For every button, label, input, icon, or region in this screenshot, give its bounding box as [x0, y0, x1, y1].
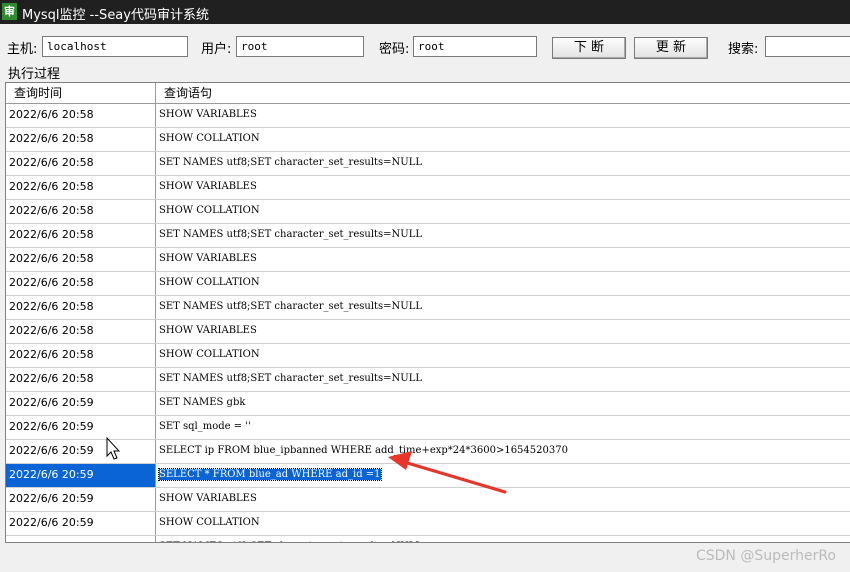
cell-query-text: SELECT * FROM blue_ad WHERE ad_id =1 — [158, 468, 382, 481]
table-row[interactable]: 2022/6/6 20:58 SHOW VARIABLES — [6, 104, 850, 128]
cell-query: SHOW VARIABLES — [156, 488, 850, 511]
column-header-time[interactable]: 查询时间 — [6, 83, 156, 103]
query-log-table[interactable]: 查询时间 查询语句 2022/6/6 20:58 SHOW VARIABLES 20… — [5, 82, 850, 543]
cell-time: 2022/6/6 20:58 — [6, 272, 156, 295]
execution-group-label: 执行过程 — [8, 67, 61, 82]
cell-query: SHOW COLLATION — [156, 272, 850, 295]
table-row[interactable]: 2022/6/6 20:58 SHOW COLLATION — [6, 128, 850, 152]
stop-button[interactable]: 下 断 — [552, 37, 626, 59]
cell-time: 2022/6/6 20:59 — [6, 464, 156, 487]
cell-time: 2022/6/6 20:58 — [6, 176, 156, 199]
table-row[interactable]: 2022/6/6 20:59 SHOW VARIABLES — [6, 488, 850, 512]
cell-time: 2022/6/6 20:59 — [6, 488, 156, 511]
search-input[interactable] — [765, 36, 850, 57]
watermark: CSDN @SuperherRo — [695, 548, 836, 564]
cell-query: SET NAMES gbk — [156, 392, 850, 415]
cell-query: SHOW VARIABLES — [156, 104, 850, 127]
cell-query-text: SHOW COLLATION — [159, 133, 260, 144]
column-header-query[interactable]: 查询语句 — [156, 83, 850, 103]
cell-query-text: SHOW COLLATION — [159, 277, 260, 288]
cell-query-text: SET NAMES utf8;SET character_set_results… — [159, 373, 423, 384]
cell-query-text: SHOW COLLATION — [159, 349, 260, 360]
cell-time: 2022/6/6 20:58 — [6, 368, 156, 391]
table-row[interactable]: 2022/6/6 20:58 SET NAMES utf8;SET charact… — [6, 224, 850, 248]
table-row[interactable]: 2022/6/6 20:58 SHOW VARIABLES — [6, 248, 850, 272]
title-bar: 审 Mysql监控 --Seay代码审计系统 — [0, 0, 850, 24]
cell-query: SET NAMES utf8;SET character_set_results… — [156, 536, 850, 542]
table-header: 查询时间 查询语句 — [6, 83, 850, 104]
cell-query: SET NAMES utf8;SET character_set_results… — [156, 152, 850, 175]
table-row[interactable]: 2022/6/6 20:58 SHOW VARIABLES — [6, 176, 850, 200]
table-row[interactable]: 2022/6/6 20:58 SHOW VARIABLES — [6, 320, 850, 344]
cell-time: 2022/6/6 20:58 — [6, 152, 156, 175]
host-input[interactable]: localhost — [42, 36, 188, 57]
user-input[interactable]: root — [236, 36, 364, 57]
cell-query-text: SET sql_mode = '' — [159, 421, 251, 432]
user-label: 用户: — [201, 42, 232, 57]
table-row[interactable]: 2022/6/6 20:59 SELECT ip FROM blue_ipbann… — [6, 440, 850, 464]
cell-query: SHOW COLLATION — [156, 512, 850, 535]
table-row[interactable]: 2022/6/6 20:58 SHOW COLLATION — [6, 344, 850, 368]
cell-query-text: SHOW VARIABLES — [159, 253, 257, 264]
cell-query-text: SHOW VARIABLES — [159, 109, 257, 120]
cell-query-text: SET NAMES utf8;SET character_set_results… — [159, 541, 422, 542]
cell-query-text: SET NAMES utf8;SET character_set_results… — [159, 301, 423, 312]
table-row[interactable]: 2022/6/6 20:58 SET NAMES utf8;SET charact… — [6, 368, 850, 392]
cell-time: 2022/6/6 20:59 — [6, 392, 156, 415]
cell-query-text: SET NAMES gbk — [159, 397, 246, 408]
table-row[interactable]: 2022/6/6 20:58 SET NAMES utf8;SET charact… — [6, 296, 850, 320]
cell-query: SET sql_mode = '' — [156, 416, 850, 439]
table-row[interactable]: 2022/6/6 20:59 SET sql_mode = '' — [6, 416, 850, 440]
host-label: 主机: — [7, 42, 38, 57]
cell-query: SHOW COLLATION — [156, 200, 850, 223]
cell-query: SHOW VARIABLES — [156, 320, 850, 343]
table-row[interactable]: 2022/6/6 20:59SET NAMES utf8;SET charact… — [6, 536, 850, 542]
cell-query-text: SHOW COLLATION — [159, 205, 260, 216]
app-icon: 审 — [2, 3, 17, 20]
cell-query: SELECT ip FROM blue_ipbanned WHERE add_t… — [156, 440, 850, 463]
cell-query-text: SHOW COLLATION — [159, 517, 260, 528]
cell-time: 2022/6/6 20:58 — [6, 320, 156, 343]
cell-query: SHOW COLLATION — [156, 128, 850, 151]
window-title: Mysql监控 --Seay代码审计系统 — [22, 8, 209, 23]
table-row-selected[interactable]: 2022/6/6 20:59 SELECT * FROM blue_ad WHER… — [6, 464, 850, 488]
table-row[interactable]: 2022/6/6 20:58 SHOW COLLATION — [6, 272, 850, 296]
connection-toolbar: 主机: localhost 用户: root 密码: root 下 断 更 新 … — [0, 24, 850, 62]
cell-query: SET NAMES utf8;SET character_set_results… — [156, 224, 850, 247]
password-input[interactable]: root — [413, 36, 537, 57]
cell-query-text: SHOW VARIABLES — [159, 181, 257, 192]
password-label: 密码: — [379, 42, 410, 57]
refresh-button[interactable]: 更 新 — [634, 37, 708, 59]
table-row[interactable]: 2022/6/6 20:58 SHOW COLLATION — [6, 200, 850, 224]
cell-time: 2022/6/6 20:59 — [6, 536, 156, 542]
search-label: 搜索: — [728, 42, 759, 57]
cell-time: 2022/6/6 20:58 — [6, 128, 156, 151]
cell-time: 2022/6/6 20:58 — [6, 224, 156, 247]
table-row[interactable]: 2022/6/6 20:59 SHOW COLLATION — [6, 512, 850, 536]
cell-query: SHOW VARIABLES — [156, 248, 850, 271]
cell-time: 2022/6/6 20:58 — [6, 248, 156, 271]
cell-time: 2022/6/6 20:59 — [6, 440, 156, 463]
cell-time: 2022/6/6 20:58 — [6, 344, 156, 367]
cell-query-text: SET NAMES utf8;SET character_set_results… — [159, 229, 423, 240]
cell-time: 2022/6/6 20:58 — [6, 104, 156, 127]
cell-query: SHOW COLLATION — [156, 344, 850, 367]
table-row[interactable]: 2022/6/6 20:59 SET NAMES gbk — [6, 392, 850, 416]
cell-time: 2022/6/6 20:58 — [6, 296, 156, 319]
table-body: 2022/6/6 20:58 SHOW VARIABLES 2022/6/6 20:… — [6, 104, 850, 542]
cell-time: 2022/6/6 20:59 — [6, 416, 156, 439]
cell-time: 2022/6/6 20:59 — [6, 512, 156, 535]
cell-query-text: SELECT ip FROM blue_ipbanned WHERE add_t… — [159, 445, 568, 456]
cell-time: 2022/6/6 20:58 — [6, 200, 156, 223]
cell-query-text: SHOW VARIABLES — [159, 493, 257, 504]
cell-query: SHOW VARIABLES — [156, 176, 850, 199]
table-row[interactable]: 2022/6/6 20:58 SET NAMES utf8;SET charact… — [6, 152, 850, 176]
cell-query-text: SET NAMES utf8;SET character_set_results… — [159, 157, 423, 168]
cell-query-text: SHOW VARIABLES — [159, 325, 257, 336]
cell-query: SET NAMES utf8;SET character_set_results… — [156, 368, 850, 391]
cell-query: SET NAMES utf8;SET character_set_results… — [156, 296, 850, 319]
cell-query: SELECT * FROM blue_ad WHERE ad_id =1 — [156, 464, 850, 487]
